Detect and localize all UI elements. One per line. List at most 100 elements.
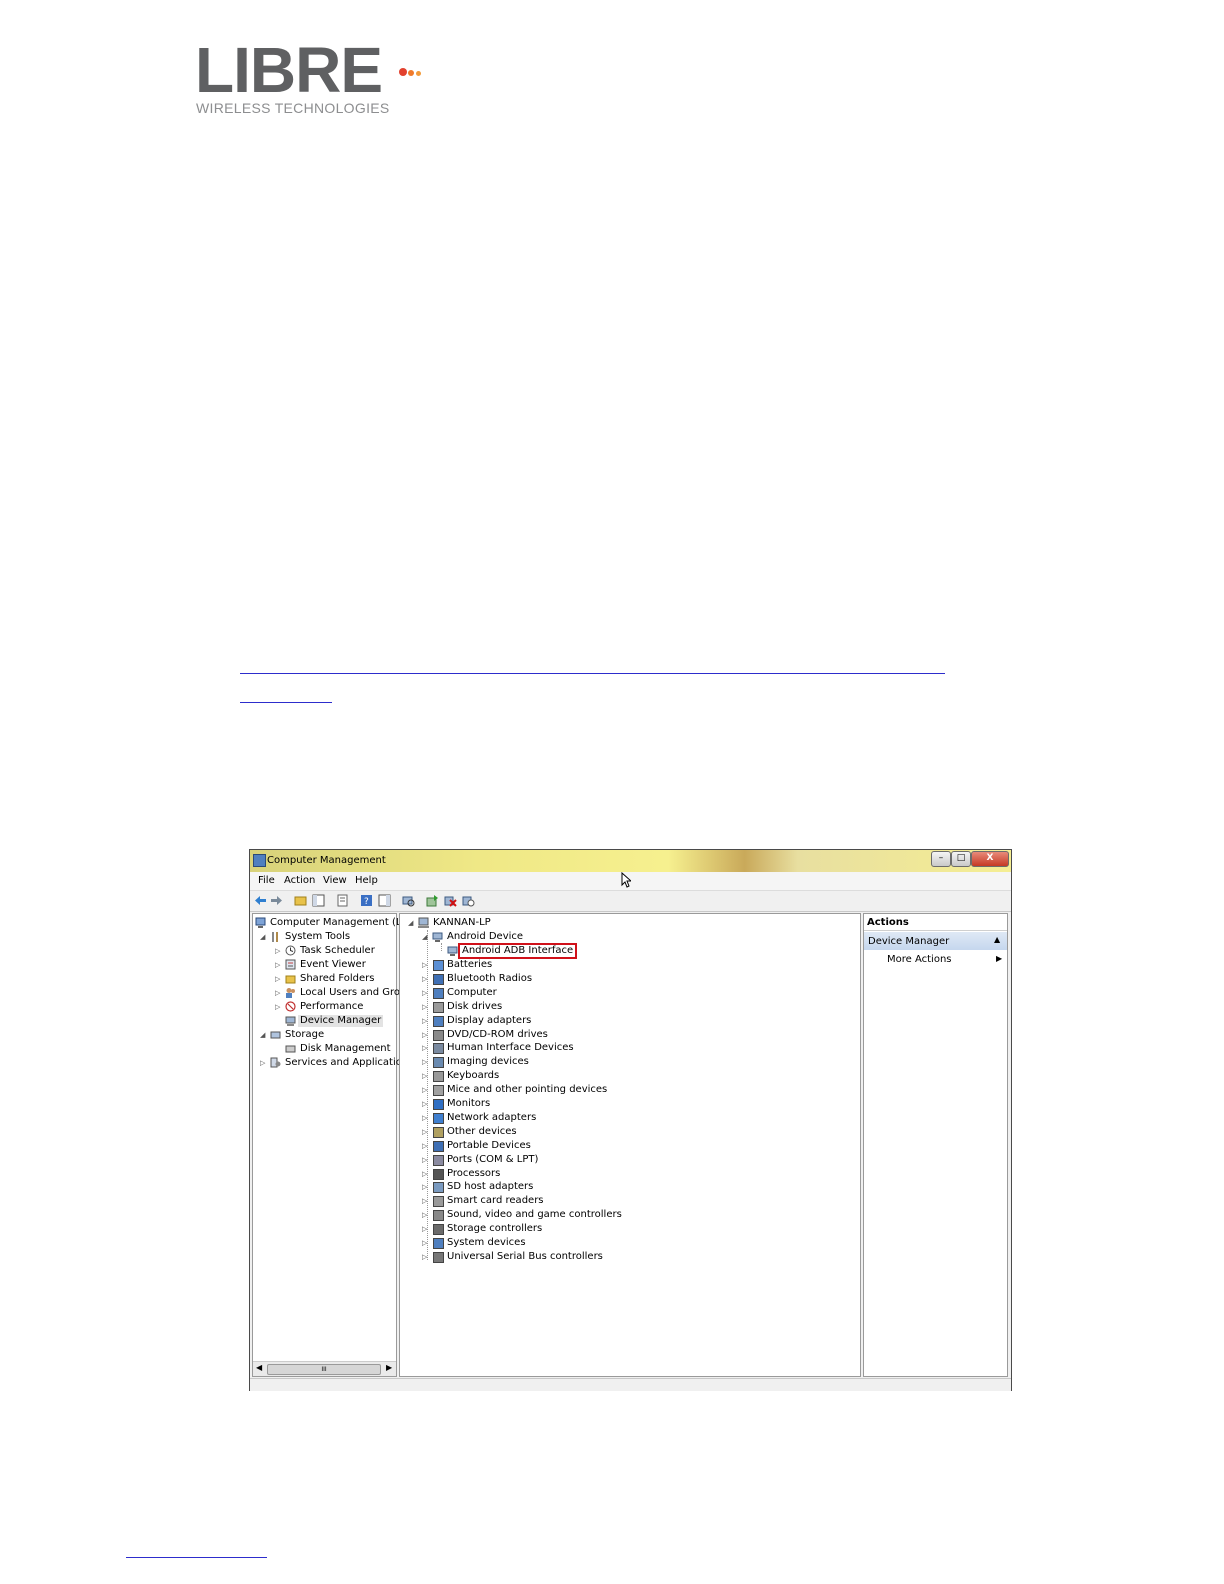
adb-interface-icon	[447, 946, 458, 956]
collapsed-arrow-icon[interactable]: ▷	[422, 1015, 427, 1027]
device-category-item[interactable]: Imaging devices	[447, 1056, 529, 1068]
back-icon[interactable]	[254, 894, 267, 907]
collapsed-arrow-icon[interactable]: ▷	[422, 1237, 427, 1249]
tree-item-storage[interactable]: Storage	[285, 1029, 324, 1041]
device-category-item[interactable]: Mice and other pointing devices	[447, 1084, 607, 1096]
tree-item-task-scheduler[interactable]: Task Scheduler	[300, 945, 375, 957]
device-category-item[interactable]: Storage controllers	[447, 1223, 542, 1235]
device-category-item[interactable]: Bluetooth Radios	[447, 973, 532, 985]
collapsed-arrow-icon[interactable]: ▷	[422, 1042, 427, 1054]
close-button[interactable]: X	[971, 851, 1009, 867]
device-category-item[interactable]: Smart card readers	[447, 1195, 544, 1207]
collapsed-arrow-icon[interactable]: ▷	[422, 1029, 427, 1041]
tree-item-event-viewer[interactable]: Event Viewer	[300, 959, 366, 971]
collapsed-arrow-icon[interactable]: ▷	[422, 1056, 427, 1068]
actions-device-manager[interactable]: Device Manager ▲	[864, 932, 1007, 950]
scroll-right-icon[interactable]: ▶	[386, 1363, 392, 1372]
collapsed-arrow-icon[interactable]: ▷	[422, 1168, 427, 1180]
mouse-cursor-icon	[621, 872, 631, 888]
scroll-thumb[interactable]: III	[267, 1364, 381, 1375]
maximize-button[interactable]: □	[951, 851, 971, 867]
menu-view[interactable]: View	[323, 875, 347, 886]
scan-hardware-icon[interactable]	[402, 894, 415, 907]
uninstall-icon[interactable]	[444, 894, 457, 907]
tree-item-system-tools[interactable]: System Tools	[285, 931, 350, 943]
device-category-item[interactable]: System devices	[447, 1237, 526, 1249]
collapsed-arrow-icon[interactable]: ▷	[275, 1001, 280, 1013]
navigation-pane: Computer Management (Local ◢ System Tool…	[252, 913, 422, 1377]
menu-action[interactable]: Action	[284, 875, 315, 886]
tree-item-device-manager[interactable]: Device Manager	[298, 1015, 384, 1027]
collapsed-arrow-icon[interactable]: ▷	[422, 1181, 427, 1193]
collapsed-arrow-icon[interactable]: ▷	[422, 1001, 427, 1013]
collapsed-arrow-icon[interactable]: ▷	[422, 1223, 427, 1235]
device-category-item[interactable]: SD host adapters	[447, 1181, 533, 1193]
hyperlink-underline[interactable]	[240, 673, 945, 674]
collapsed-arrow-icon[interactable]: ▷	[422, 987, 427, 999]
device-category-item[interactable]: Ports (COM & LPT)	[447, 1154, 538, 1166]
collapsed-arrow-icon[interactable]: ▷	[260, 1057, 265, 1069]
device-android-adb-interface[interactable]: Android ADB Interface	[457, 943, 578, 959]
collapsed-arrow-icon[interactable]: ▷	[422, 1070, 427, 1082]
device-category-item[interactable]: Network adapters	[447, 1112, 536, 1124]
device-category-item[interactable]: Computer	[447, 987, 497, 999]
hyperlink-underline[interactable]	[240, 702, 332, 703]
submenu-arrow-icon[interactable]: ▶	[996, 954, 1002, 963]
forward-icon[interactable]	[270, 894, 283, 907]
expanded-arrow-icon[interactable]: ◢	[260, 1029, 265, 1041]
collapsed-arrow-icon[interactable]: ▷	[275, 959, 280, 971]
collapsed-arrow-icon[interactable]: ▷	[422, 1098, 427, 1110]
more-actions-link[interactable]: More Actions	[887, 954, 952, 965]
tree-item-disk-management[interactable]: Disk Management	[300, 1043, 391, 1055]
show-hide-tree-icon[interactable]	[312, 894, 325, 907]
collapsed-arrow-icon[interactable]: ▷	[275, 945, 280, 957]
properties-icon[interactable]	[336, 894, 349, 907]
menu-help[interactable]: Help	[355, 875, 378, 886]
disk-drives-icon	[433, 1001, 444, 1013]
device-category-item[interactable]: Other devices	[447, 1126, 517, 1138]
footer-link-underline[interactable]	[126, 1557, 267, 1558]
minimize-button[interactable]: –	[931, 851, 951, 867]
up-folder-icon[interactable]	[294, 894, 307, 907]
tree-item-services-and-applications[interactable]: Services and Applications	[285, 1057, 413, 1069]
device-category-item[interactable]: Universal Serial Bus controllers	[447, 1251, 603, 1263]
horizontal-scrollbar[interactable]: ◀ III ▶	[253, 1361, 396, 1376]
collapsed-arrow-icon[interactable]: ▷	[422, 959, 427, 971]
device-category-item[interactable]: Sound, video and game controllers	[447, 1209, 622, 1221]
device-category-item[interactable]: Monitors	[447, 1098, 490, 1110]
device-tree-pane: ◢ KANNAN-LP ◢ Android Device Android ADB…	[399, 913, 861, 1377]
tree-item-shared-folders[interactable]: Shared Folders	[300, 973, 375, 985]
device-category-item[interactable]: Processors	[447, 1168, 500, 1180]
disable-icon[interactable]	[462, 894, 475, 907]
collapsed-arrow-icon[interactable]: ▷	[422, 973, 427, 985]
collapsed-arrow-icon[interactable]: ▷	[422, 1112, 427, 1124]
collapsed-arrow-icon[interactable]: ▷	[422, 1209, 427, 1221]
collapsed-arrow-icon[interactable]: ▷	[422, 1195, 427, 1207]
help-icon[interactable]: ?	[360, 894, 373, 907]
scroll-left-icon[interactable]: ◀	[256, 1363, 262, 1372]
collapsed-arrow-icon[interactable]: ▷	[422, 1251, 427, 1263]
expanded-arrow-icon[interactable]: ◢	[260, 931, 265, 943]
device-category-item[interactable]: Human Interface Devices	[447, 1042, 574, 1054]
collapse-arrow-icon[interactable]: ▲	[994, 935, 1000, 944]
collapsed-arrow-icon[interactable]: ▷	[422, 1126, 427, 1138]
device-category-item[interactable]: DVD/CD-ROM drives	[447, 1029, 548, 1041]
device-category-android-device[interactable]: Android Device	[447, 931, 523, 943]
device-tree-root[interactable]: KANNAN-LP	[433, 917, 491, 929]
collapsed-arrow-icon[interactable]: ▷	[275, 987, 280, 999]
device-category-item[interactable]: Portable Devices	[447, 1140, 531, 1152]
expanded-arrow-icon[interactable]: ◢	[422, 931, 427, 943]
update-driver-icon[interactable]	[426, 894, 439, 907]
device-category-item[interactable]: Keyboards	[447, 1070, 499, 1082]
tree-item-performance[interactable]: Performance	[300, 1001, 363, 1013]
collapsed-arrow-icon[interactable]: ▷	[422, 1154, 427, 1166]
show-hide-action-pane-icon[interactable]	[378, 894, 391, 907]
collapsed-arrow-icon[interactable]: ▷	[275, 973, 280, 985]
collapsed-arrow-icon[interactable]: ▷	[422, 1084, 427, 1096]
device-category-item[interactable]: Disk drives	[447, 1001, 502, 1013]
device-category-item[interactable]: Display adapters	[447, 1015, 531, 1027]
collapsed-arrow-icon[interactable]: ▷	[422, 1140, 427, 1152]
device-category-item[interactable]: Batteries	[447, 959, 492, 971]
expanded-arrow-icon[interactable]: ◢	[408, 917, 413, 929]
menu-file[interactable]: File	[258, 875, 275, 886]
